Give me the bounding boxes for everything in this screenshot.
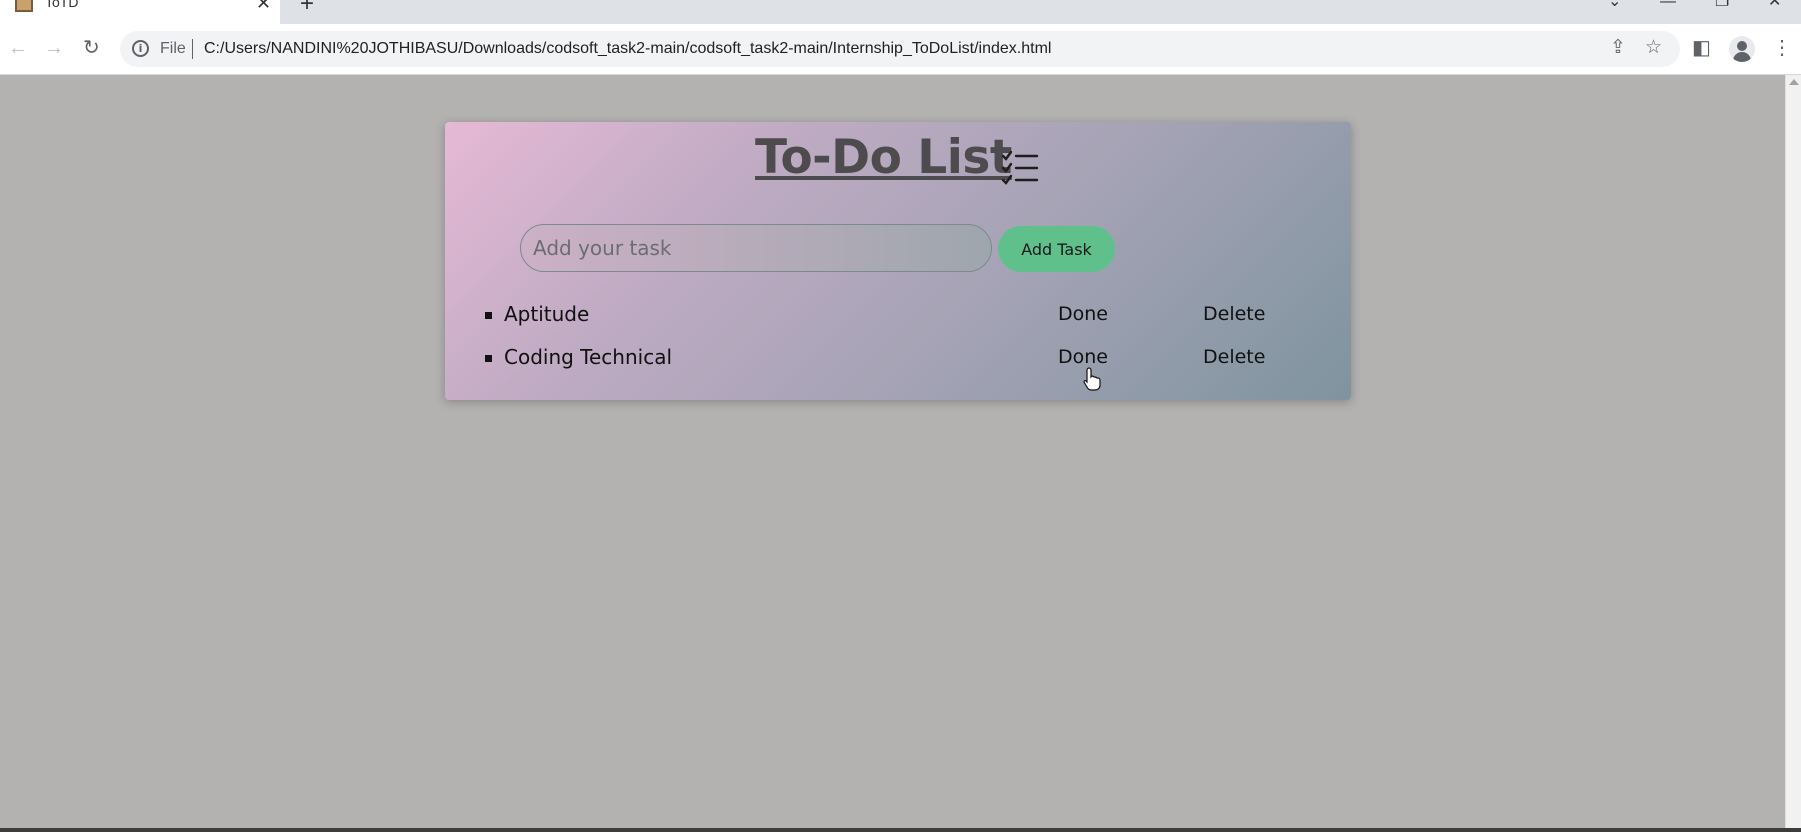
reload-icon[interactable]: ↻ <box>83 37 100 59</box>
bullet-icon <box>485 312 492 319</box>
close-window-icon[interactable]: ✕ <box>1768 0 1781 10</box>
browser-toolbar: ← → ↻ i File C:/Users/NANDINI%20JOTHIBAS… <box>0 24 1801 75</box>
task-text: Coding Technical <box>504 345 673 369</box>
tab-close-icon[interactable]: ✕ <box>256 0 271 12</box>
task-item: Coding Technical Done Delete <box>485 340 1285 383</box>
favicon-icon <box>15 0 33 12</box>
scroll-up-icon[interactable] <box>1789 79 1799 85</box>
share-icon[interactable]: ⇪ <box>1610 38 1626 58</box>
tab-strip: ToTD ✕ + ⌄ — ❐ ✕ <box>0 0 1801 24</box>
delete-button[interactable]: Delete <box>1203 346 1265 368</box>
omnibox-divider <box>192 39 193 59</box>
scheme-label: File <box>160 40 186 57</box>
page-title: To-Do List <box>755 130 1012 185</box>
new-tab-button[interactable]: + <box>300 0 314 16</box>
back-icon[interactable]: ← <box>8 37 28 59</box>
scrollbar[interactable] <box>1785 75 1801 832</box>
checklist-icon <box>1001 150 1039 185</box>
page-content: To-Do List Add Task Aptitude Done Delete <box>0 75 1785 832</box>
task-list: Aptitude Done Delete Coding Technical Do… <box>485 297 1285 383</box>
profile-icon[interactable] <box>1729 36 1755 62</box>
side-panel-icon[interactable]: ◧ <box>1692 37 1711 59</box>
task-text: Aptitude <box>504 302 590 326</box>
minimize-icon[interactable]: — <box>1660 0 1676 10</box>
task-item: Aptitude Done Delete <box>485 297 1285 340</box>
tab-search-icon[interactable]: ⌄ <box>1608 0 1621 10</box>
bullet-icon <box>485 355 492 362</box>
menu-icon[interactable]: ⋮ <box>1772 37 1792 59</box>
hand-cursor-icon <box>1083 367 1101 391</box>
add-task-button[interactable]: Add Task <box>998 226 1115 272</box>
browser-tab[interactable]: ToTD ✕ <box>0 0 280 24</box>
done-button[interactable]: Done <box>1058 346 1108 368</box>
star-icon[interactable]: ☆ <box>1645 38 1662 58</box>
window-bottom-border <box>0 828 1801 832</box>
tab-title: ToTD <box>45 0 79 10</box>
done-button[interactable]: Done <box>1058 303 1108 325</box>
todo-card: To-Do List Add Task Aptitude Done Delete <box>445 122 1351 400</box>
title-wrap: To-Do List <box>755 130 1039 185</box>
forward-icon[interactable]: → <box>44 37 64 59</box>
restore-icon[interactable]: ❐ <box>1715 0 1729 10</box>
task-input[interactable] <box>520 224 992 272</box>
info-icon[interactable]: i <box>132 40 149 57</box>
delete-button[interactable]: Delete <box>1203 303 1265 325</box>
address-bar[interactable]: i File C:/Users/NANDINI%20JOTHIBASU/Down… <box>120 31 1680 67</box>
url-text[interactable]: C:/Users/NANDINI%20JOTHIBASU/Downloads/c… <box>204 40 1051 58</box>
